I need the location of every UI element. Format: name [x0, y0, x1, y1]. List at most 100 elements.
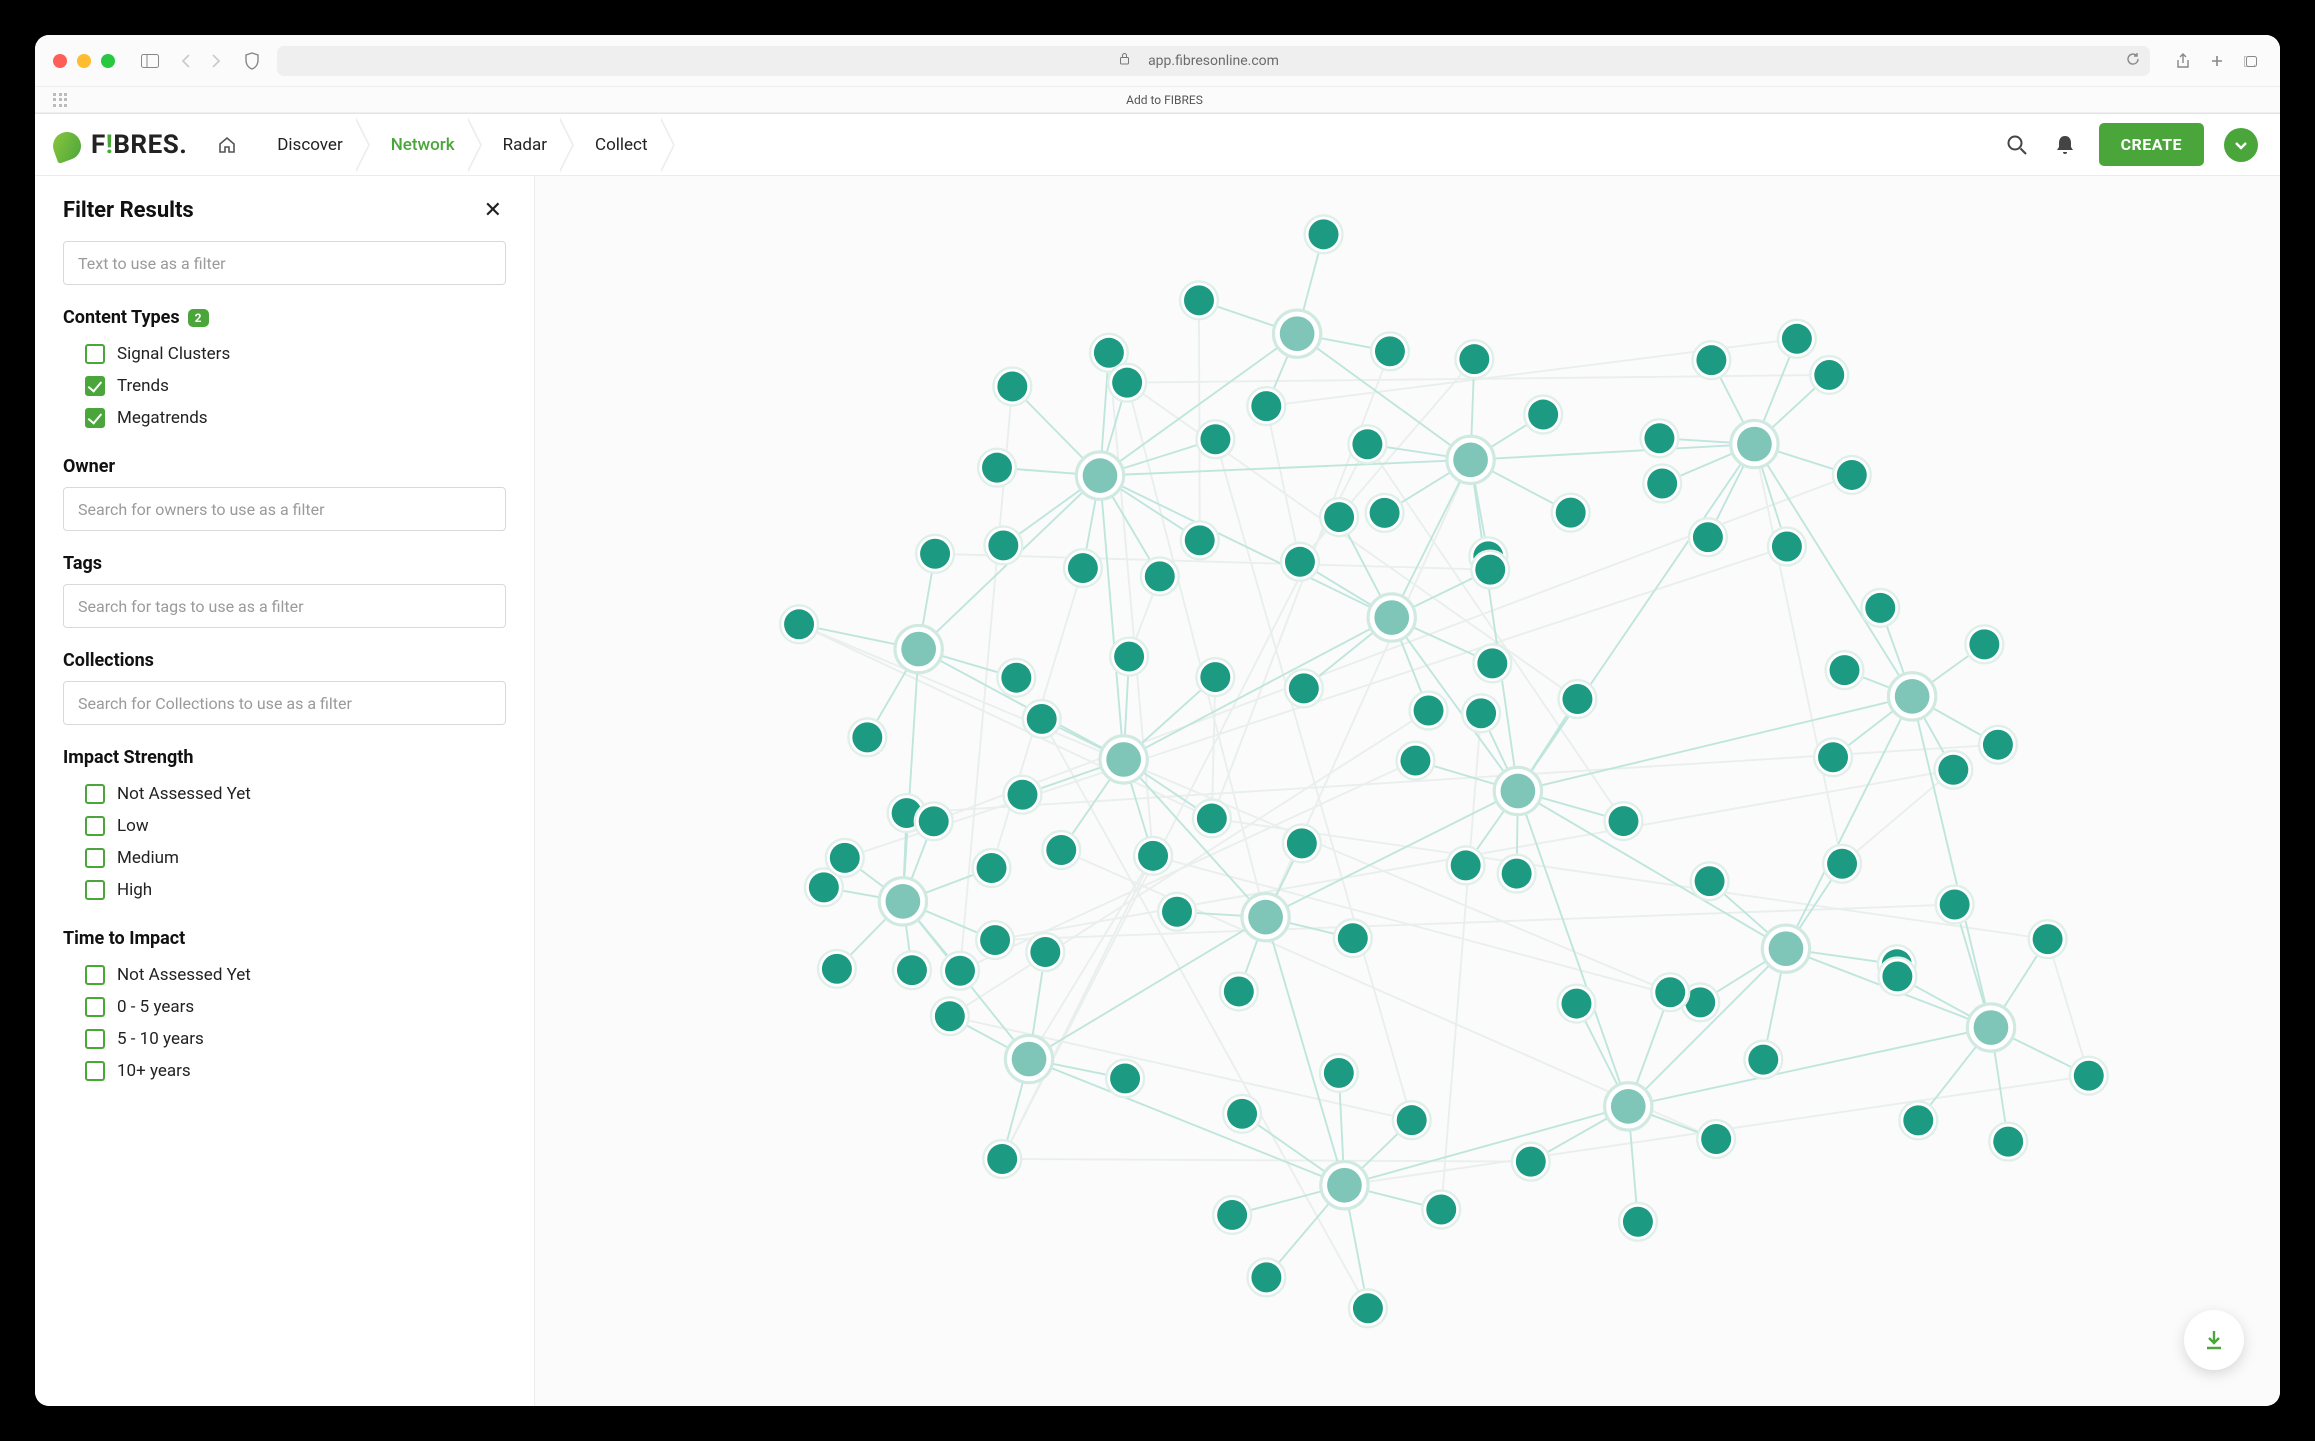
checkbox-icon[interactable] — [85, 1061, 105, 1081]
search-icon[interactable] — [2003, 131, 2031, 159]
graph-hub-node[interactable] — [1967, 1004, 2014, 1051]
graph-node[interactable] — [1220, 973, 1258, 1011]
graph-node[interactable] — [1106, 1060, 1144, 1098]
window-controls[interactable] — [53, 54, 115, 68]
graph-node[interactable] — [916, 535, 954, 573]
graph-hub-node[interactable] — [1605, 1083, 1652, 1130]
graph-node[interactable] — [983, 1140, 1021, 1178]
graph-node[interactable] — [1778, 320, 1816, 358]
graph-node[interactable] — [780, 605, 818, 643]
graph-node[interactable] — [978, 449, 1016, 487]
graph-node[interactable] — [976, 921, 1014, 959]
graph-node[interactable] — [1371, 332, 1409, 370]
graph-hub-node[interactable] — [1762, 925, 1809, 972]
graph-node[interactable] — [848, 718, 886, 756]
graph-node[interactable] — [984, 527, 1022, 565]
graph-node[interactable] — [1064, 549, 1102, 587]
impact-strength-option[interactable]: High — [63, 874, 506, 906]
checkbox-icon[interactable] — [85, 997, 105, 1017]
graph-node[interactable] — [818, 950, 856, 988]
graph-node[interactable] — [1196, 658, 1234, 696]
graph-node[interactable] — [1285, 669, 1323, 707]
back-icon[interactable] — [175, 50, 197, 72]
home-icon[interactable] — [213, 131, 241, 159]
graph-node[interactable] — [973, 849, 1011, 887]
graph-hub-node[interactable] — [1100, 736, 1147, 783]
graph-node[interactable] — [1552, 494, 1590, 532]
graph-hub-node[interactable] — [1273, 310, 1320, 357]
graph-node[interactable] — [1193, 800, 1231, 838]
graph-node[interactable] — [893, 951, 931, 989]
graph-node[interactable] — [1697, 1120, 1735, 1158]
graph-node[interactable] — [1559, 680, 1597, 718]
graph-node[interactable] — [1936, 886, 1974, 924]
graph-node[interactable] — [1979, 726, 2017, 764]
graph-node[interactable] — [1247, 1258, 1285, 1296]
graph-hub-node[interactable] — [1368, 594, 1415, 641]
graph-node[interactable] — [1471, 551, 1509, 589]
graph-node[interactable] — [1023, 700, 1061, 738]
tags-filter-input[interactable] — [63, 584, 506, 628]
graph-node[interactable] — [1393, 1101, 1431, 1139]
graph-node[interactable] — [1334, 919, 1372, 957]
graph-node[interactable] — [1643, 465, 1681, 503]
maximize-window-icon[interactable] — [101, 54, 115, 68]
new-tab-icon[interactable] — [2206, 50, 2228, 72]
graph-node[interactable] — [1744, 1041, 1782, 1079]
graph-node[interactable] — [1768, 528, 1806, 566]
refresh-icon[interactable] — [2126, 52, 2140, 70]
content-type-option[interactable]: Megatrends — [63, 402, 506, 434]
graph-node[interactable] — [1026, 933, 1064, 971]
sidebar-toggle-icon[interactable] — [139, 50, 161, 72]
graph-hub-node[interactable] — [1076, 452, 1123, 499]
graph-hub-node[interactable] — [1731, 420, 1778, 467]
graph-node[interactable] — [1462, 694, 1500, 732]
graph-hub-node[interactable] — [895, 625, 942, 672]
url-bar[interactable]: app.fibresonline.com — [277, 46, 2150, 76]
graph-node[interactable] — [1134, 837, 1172, 875]
forward-icon[interactable] — [205, 50, 227, 72]
apps-grid-icon[interactable] — [53, 93, 67, 107]
graph-node[interactable] — [1410, 692, 1448, 730]
graph-node[interactable] — [997, 659, 1035, 697]
tabs-overview-icon[interactable] — [2240, 50, 2262, 72]
collections-filter-input[interactable] — [63, 681, 506, 725]
graph-node[interactable] — [1473, 644, 1511, 682]
impact-strength-option[interactable]: Medium — [63, 842, 506, 874]
graph-node[interactable] — [1814, 738, 1852, 776]
share-icon[interactable] — [2172, 50, 2194, 72]
network-graph[interactable] — [535, 176, 2280, 1406]
content-type-option[interactable]: Signal Clusters — [63, 338, 506, 370]
graph-node[interactable] — [1878, 957, 1916, 995]
text-filter-input[interactable] — [63, 241, 506, 285]
checkbox-icon[interactable] — [85, 408, 105, 428]
graph-node[interactable] — [1397, 742, 1435, 780]
graph-hub-node[interactable] — [1888, 673, 1935, 720]
graph-node[interactable] — [1689, 518, 1727, 556]
graph-node[interactable] — [1823, 845, 1861, 883]
graph-node[interactable] — [1305, 215, 1343, 253]
graph-node[interactable] — [1447, 846, 1485, 884]
graph-node[interactable] — [1320, 1054, 1358, 1092]
graph-hub-node[interactable] — [1242, 894, 1289, 941]
graph-node[interactable] — [1281, 543, 1319, 581]
graph-node[interactable] — [993, 368, 1031, 406]
tab-collect[interactable]: Collect — [573, 114, 674, 175]
checkbox-icon[interactable] — [85, 1029, 105, 1049]
graph-node[interactable] — [1810, 356, 1848, 394]
checkbox-icon[interactable] — [85, 784, 105, 804]
graph-node[interactable] — [1826, 651, 1864, 689]
graph-hub-node[interactable] — [879, 878, 926, 925]
graph-node[interactable] — [1692, 341, 1730, 379]
tab-discover[interactable]: Discover — [255, 114, 368, 175]
graph-node[interactable] — [915, 802, 953, 840]
graph-node[interactable] — [1004, 776, 1042, 814]
graph-node[interactable] — [1651, 973, 1689, 1011]
graph-node[interactable] — [826, 839, 864, 877]
bookmark-bar-item[interactable]: Add to FIBRES — [1126, 93, 1203, 107]
checkbox-icon[interactable] — [85, 848, 105, 868]
graph-node[interactable] — [1861, 589, 1899, 627]
graph-node[interactable] — [931, 997, 969, 1035]
graph-node[interactable] — [1899, 1101, 1937, 1139]
graph-node[interactable] — [1213, 1196, 1251, 1234]
